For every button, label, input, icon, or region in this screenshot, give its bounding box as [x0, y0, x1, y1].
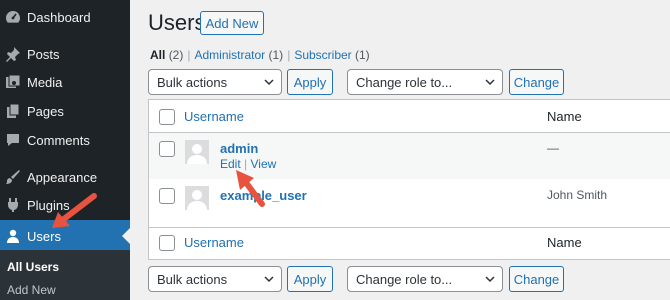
sidebar-item-posts[interactable]: Posts [0, 42, 130, 66]
sidebar-item-appearance[interactable]: Appearance [0, 165, 130, 189]
filter-subscriber[interactable]: Subscriber [294, 48, 351, 62]
users-submenu: All Users Add New [0, 250, 130, 300]
name-cell: John Smith [547, 188, 608, 202]
pages-icon [5, 103, 21, 119]
role-filters: All (2) | Administrator (1) | Subscriber (1) [150, 48, 370, 62]
sidebar-item-label: Pages [27, 103, 64, 119]
apply-button-top[interactable]: Apply [287, 69, 333, 95]
row-checkbox-admin[interactable] [159, 141, 175, 157]
row-checkbox-example-user[interactable] [159, 188, 175, 204]
users-icon [5, 228, 21, 244]
footer-divider [149, 227, 670, 228]
view-link[interactable]: View [250, 157, 276, 171]
submenu-add-new[interactable]: Add New [7, 283, 56, 297]
chevron-down-icon [485, 276, 495, 283]
name-column-header: Name [547, 109, 582, 124]
add-new-button[interactable]: Add New [200, 11, 264, 35]
submenu-all-users[interactable]: All Users [7, 260, 59, 274]
paintbrush-icon [5, 169, 21, 185]
username-column-header[interactable]: Username [184, 109, 244, 124]
sidebar-item-label: Dashboard [27, 9, 91, 25]
media-icon [5, 74, 21, 90]
bulk-actions-value: Bulk actions [157, 74, 228, 90]
bulk-actions-select-bottom[interactable]: Bulk actions [148, 266, 282, 292]
change-role-select-top[interactable]: Change role to... [347, 69, 503, 95]
sidebar-item-users[interactable]: Users [0, 220, 130, 252]
admin-sidebar: Dashboard Posts Media Pages Comments App… [0, 0, 130, 300]
sidebar-item-pages[interactable]: Pages [0, 99, 130, 123]
sidebar-item-comments[interactable]: Comments [0, 128, 130, 152]
change-button-top[interactable]: Change [509, 69, 564, 95]
name-column-footer: Name [547, 235, 582, 250]
change-button-bottom[interactable]: Change [509, 266, 564, 292]
bulk-actions-value: Bulk actions [157, 271, 228, 287]
chevron-down-icon [264, 276, 274, 283]
dashboard-icon [5, 9, 21, 25]
filter-all[interactable]: All (2) [150, 48, 183, 62]
page-title: Users [148, 10, 206, 35]
chevron-down-icon [485, 79, 495, 86]
sidebar-item-label: Appearance [27, 169, 98, 185]
header-divider [149, 132, 670, 133]
users-table: Username Name admin Edit | View — exampl… [148, 99, 670, 260]
filter-administrator[interactable]: Administrator [194, 48, 265, 62]
sidebar-item-label: Comments [27, 132, 90, 148]
sidebar-item-media[interactable]: Media [0, 70, 130, 94]
bulk-actions-select-top[interactable]: Bulk actions [148, 69, 282, 95]
sidebar-item-label: Plugins [27, 197, 70, 213]
row-actions: Edit | View [220, 157, 277, 171]
name-cell: — [547, 141, 559, 155]
pin-icon [5, 46, 21, 62]
username-link-admin[interactable]: admin [220, 141, 258, 156]
sidebar-item-plugins[interactable]: Plugins [0, 193, 130, 217]
avatar [185, 186, 209, 210]
main-content: Users Add New All (2) | Administrator (1) |… [130, 0, 670, 300]
chevron-down-icon [264, 79, 274, 86]
plugin-icon [5, 197, 21, 213]
select-all-checkbox-footer[interactable] [159, 235, 175, 251]
comment-icon [5, 132, 21, 148]
change-role-value: Change role to... [356, 74, 453, 90]
avatar [185, 140, 209, 164]
sidebar-item-label: Media [27, 74, 63, 90]
change-role-value: Change role to... [356, 271, 453, 287]
sidebar-item-label: Posts [27, 46, 60, 62]
change-role-select-bottom[interactable]: Change role to... [347, 266, 503, 292]
username-column-footer[interactable]: Username [184, 235, 244, 250]
sidebar-item-dashboard[interactable]: Dashboard [0, 5, 130, 29]
edit-link[interactable]: Edit [220, 157, 241, 171]
username-link-example-user[interactable]: example_user [220, 188, 307, 203]
apply-button-bottom[interactable]: Apply [287, 266, 333, 292]
select-all-checkbox[interactable] [159, 109, 175, 125]
sidebar-item-label: Users [27, 228, 61, 244]
